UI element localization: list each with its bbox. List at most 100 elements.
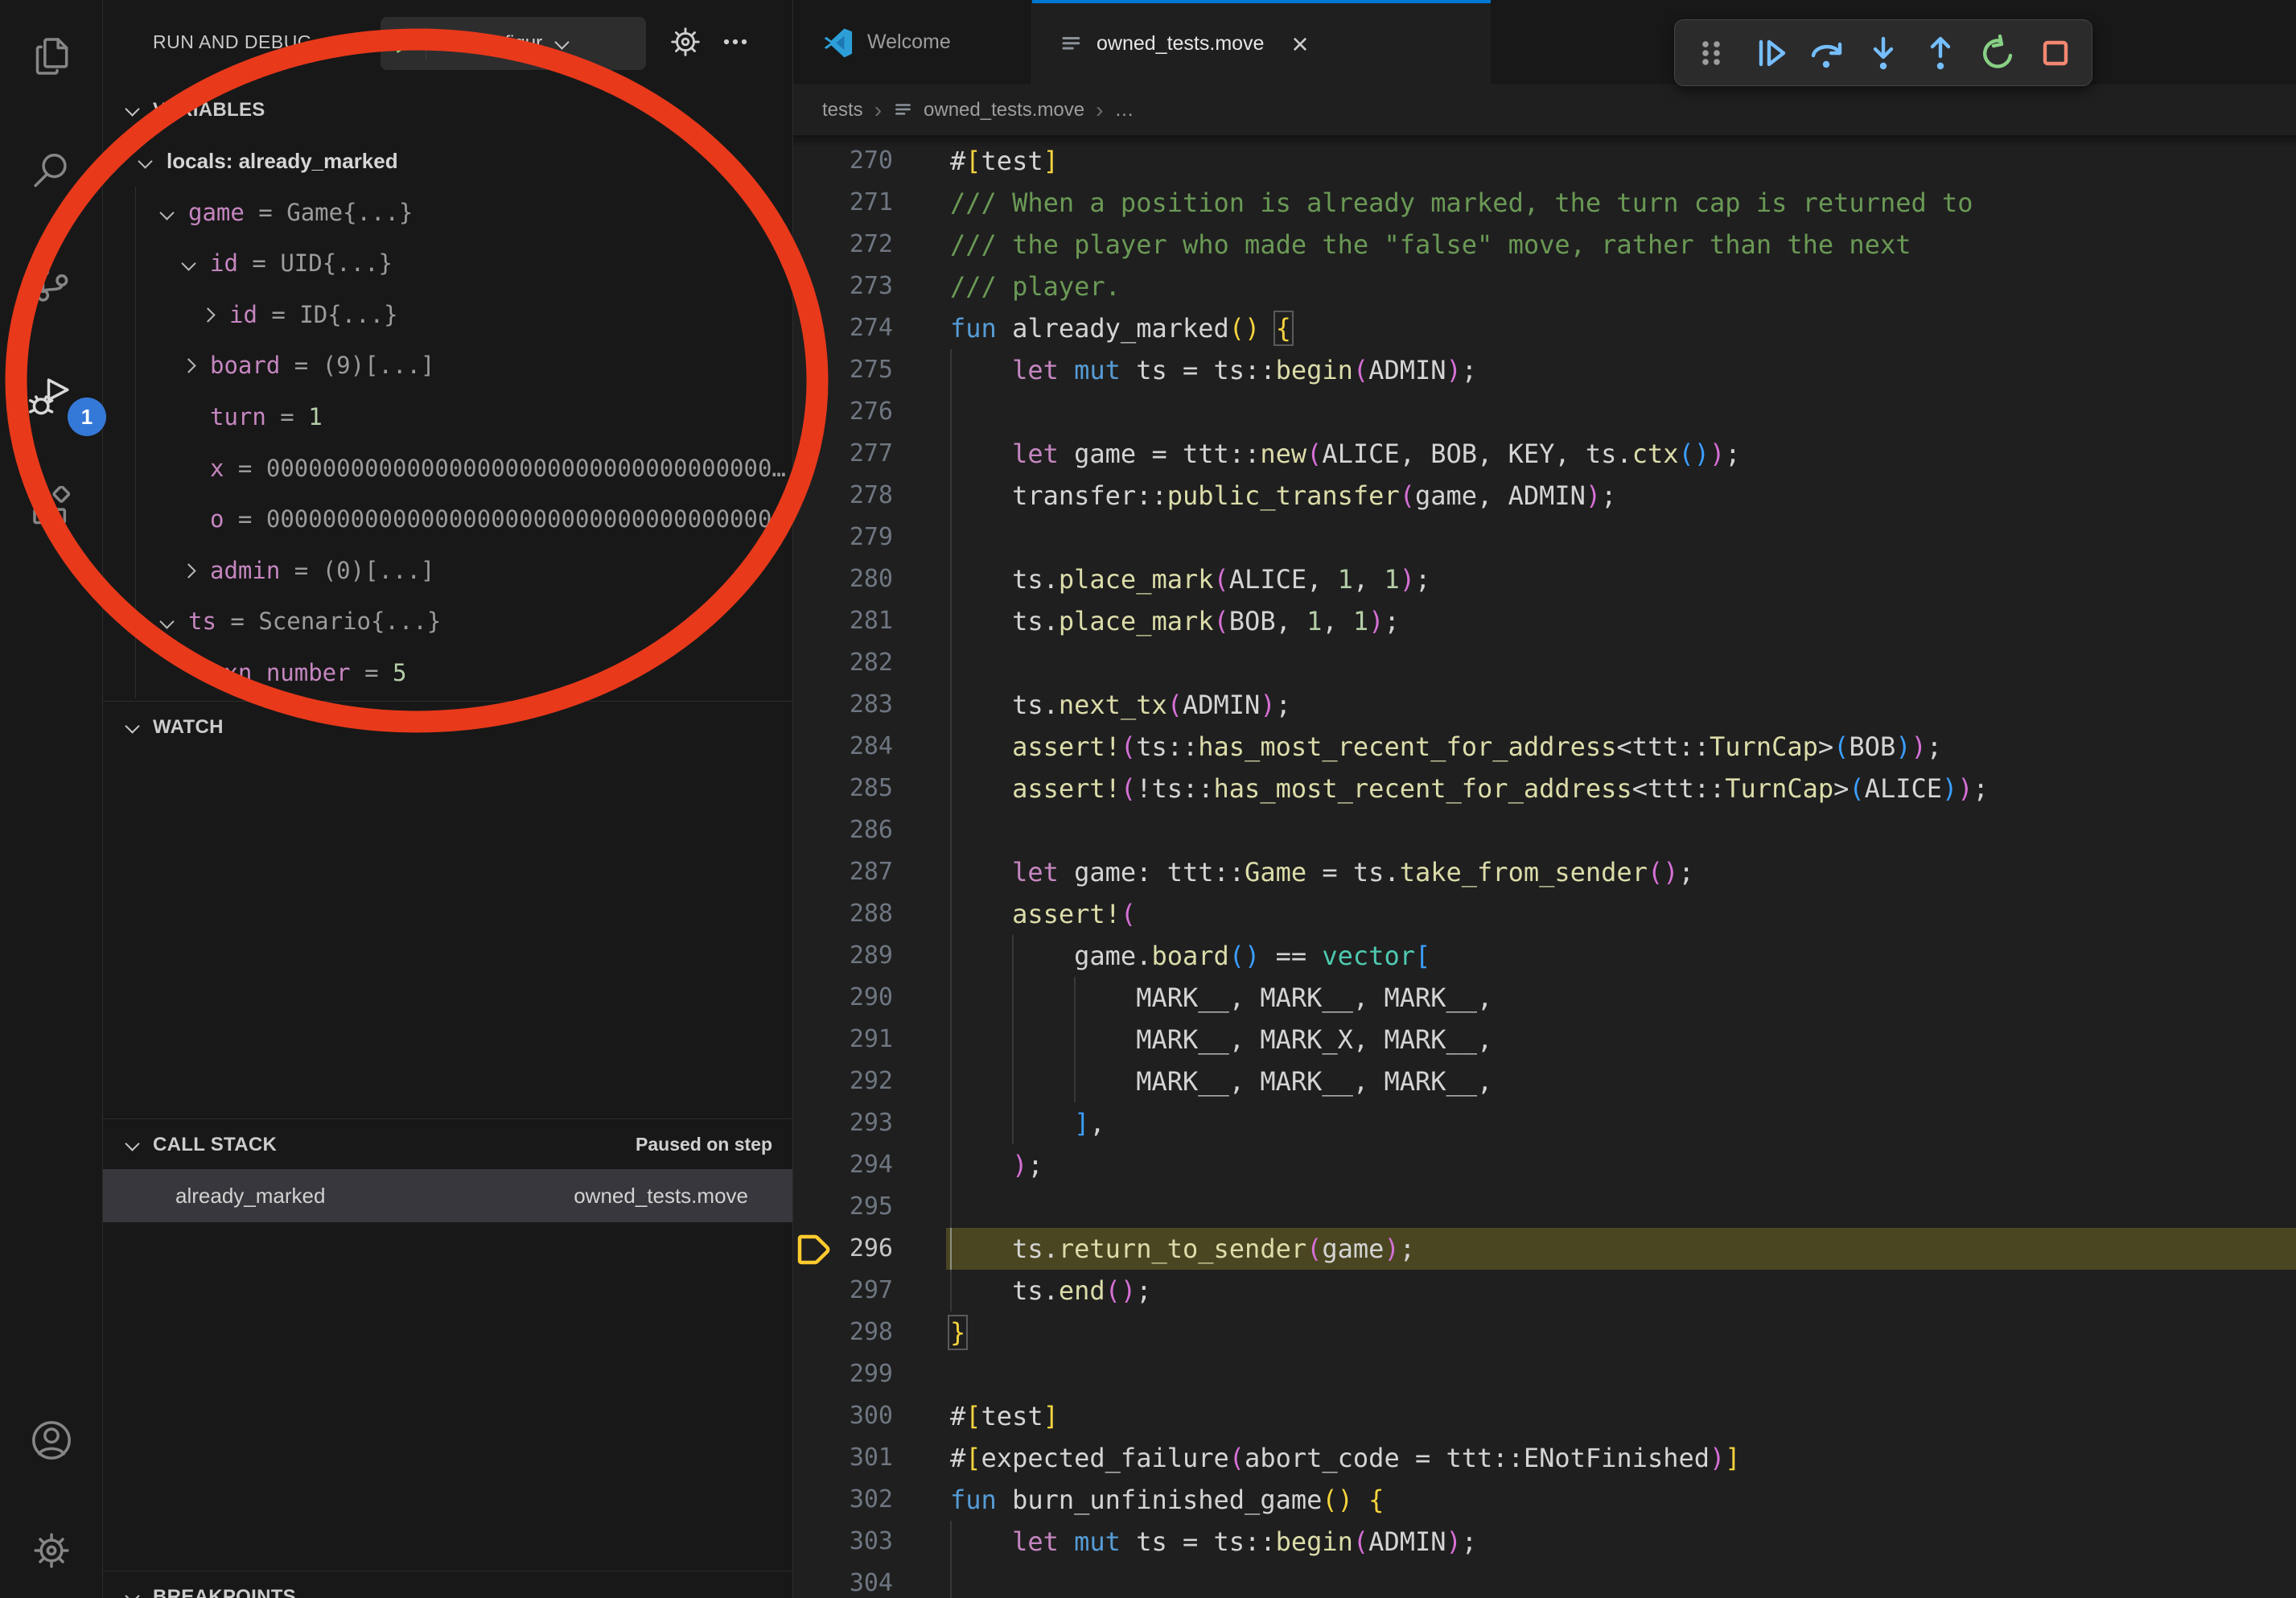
line-number[interactable]: 276 [793,391,893,433]
run-and-debug-icon[interactable]: 1 [0,348,102,444]
code-line-300[interactable]: #[test] [950,1395,1989,1437]
settings-icon[interactable] [0,1502,102,1598]
search-icon[interactable] [0,122,102,219]
line-number[interactable]: 270 [793,140,893,182]
chevron-right-icon[interactable] [181,563,195,578]
line-number[interactable]: 277 [793,433,893,475]
debug-configuration-dropdown[interactable]: No Configur [381,17,646,70]
code-line-282[interactable] [950,642,1989,684]
code-line-297[interactable]: ts.end(); [950,1270,1989,1312]
variable-row-id[interactable]: id = ID{...} [103,289,792,340]
line-number[interactable]: 304 [793,1563,893,1598]
variables-section-header[interactable]: VARIABLES [103,84,792,135]
code-line-280[interactable]: ts.place_mark(ALICE, 1, 1); [950,558,1989,600]
code-line-296[interactable]: ts.return_to_sender(game); [950,1228,1989,1270]
step-out-icon[interactable] [1920,32,1961,74]
code-line-271[interactable]: /// When a position is already marked, t… [950,182,1989,224]
code-line-279[interactable] [950,517,1989,558]
code-line-276[interactable] [950,391,1989,433]
stop-icon[interactable] [2035,32,2076,74]
line-number[interactable]: 273 [793,266,893,307]
line-number[interactable]: 272 [793,224,893,266]
variable-row-x[interactable]: x = 000000000000000000000000000000000000… [103,443,792,494]
chevron-down-icon[interactable] [138,154,152,168]
explorer-icon[interactable] [0,8,102,105]
line-number-gutter[interactable]: 270271272273274275276277278279280281282 2… [793,140,893,1598]
line-number[interactable]: 282 [793,642,893,684]
line-number[interactable]: 300 [793,1395,893,1437]
code-line-283[interactable]: ts.next_tx(ADMIN); [950,684,1989,726]
code-lines[interactable]: #[test]/// When a position is already ma… [950,140,1989,1598]
gear-icon[interactable] [666,23,705,61]
source-control-icon[interactable] [0,235,102,332]
code-line-302[interactable]: fun burn_unfinished_game() { [950,1479,1989,1521]
code-line-284[interactable]: assert!(ts::has_most_recent_for_address<… [950,726,1989,768]
line-number[interactable]: 280 [793,558,893,600]
code-line-270[interactable]: #[test] [950,140,1989,182]
code-line-274[interactable]: fun already_marked() { [950,307,1989,349]
code-line-285[interactable]: assert!(!ts::has_most_recent_for_address… [950,768,1989,809]
call-stack-section-header[interactable]: CALL STACK Paused on step [103,1118,792,1170]
code-line-286[interactable] [950,809,1989,851]
line-number[interactable]: 278 [793,475,893,517]
variable-row-txn_number[interactable]: txn_number = 5 [103,647,792,698]
code-line-292[interactable]: MARK__, MARK__, MARK__, [950,1061,1989,1102]
code-line-275[interactable]: let mut ts = ts::begin(ADMIN); [950,349,1989,391]
line-number[interactable]: 274 [793,307,893,349]
code-line-290[interactable]: MARK__, MARK__, MARK__, [950,977,1989,1019]
line-number[interactable]: 286 [793,809,893,851]
continue-icon[interactable] [1748,32,1790,74]
line-number[interactable]: 291 [793,1019,893,1061]
code-line-295[interactable] [950,1186,1989,1228]
variable-row-o[interactable]: o = 000000000000000000000000000000000000… [103,493,792,545]
line-number[interactable]: 279 [793,517,893,558]
line-number[interactable]: 298 [793,1312,893,1353]
variable-row-board[interactable]: board = (9)[...] [103,340,792,391]
line-number[interactable]: 292 [793,1061,893,1102]
code-line-273[interactable]: /// player. [950,266,1989,307]
chevron-down-icon[interactable] [181,256,195,270]
variables-scope-row[interactable]: locals: already_marked [103,135,792,187]
code-line-294[interactable]: ); [950,1144,1989,1186]
code-line-304[interactable] [950,1563,1989,1598]
code-line-272[interactable]: /// the player who made the "false" move… [950,224,1989,266]
code-line-281[interactable]: ts.place_mark(BOB, 1, 1); [950,600,1989,642]
code-line-293[interactable]: ], [950,1102,1989,1144]
more-actions-icon[interactable] [716,23,755,61]
line-number[interactable]: 271 [793,182,893,224]
chevron-right-icon[interactable] [200,307,215,322]
line-number[interactable]: 290 [793,977,893,1019]
stack-frame[interactable]: already_marked owned_tests.move [103,1169,792,1222]
line-number[interactable]: 275 [793,349,893,391]
code-line-278[interactable]: transfer::public_transfer(game, ADMIN); [950,475,1989,517]
line-number[interactable]: 289 [793,935,893,977]
line-number[interactable]: 295 [793,1186,893,1228]
code-line-298[interactable]: } [950,1312,1989,1353]
code-line-303[interactable]: let mut ts = ts::begin(ADMIN); [950,1521,1989,1563]
extensions-icon[interactable] [0,460,102,557]
code-line-301[interactable]: #[expected_failure(abort_code = ttt::ENo… [950,1437,1989,1479]
code-line-291[interactable]: MARK__, MARK_X, MARK__, [950,1019,1989,1061]
variable-row-admin[interactable]: admin = (0)[...] [103,545,792,596]
line-number[interactable]: 294 [793,1144,893,1186]
code-line-288[interactable]: assert!( [950,893,1989,935]
restart-icon[interactable] [1977,32,2019,74]
drag-grip-icon[interactable] [1690,32,1732,74]
debug-config-label[interactable]: No Configur [439,32,542,55]
line-number[interactable]: 281 [793,600,893,642]
code-line-299[interactable] [950,1353,1989,1395]
line-number[interactable]: 301 [793,1437,893,1479]
chevron-down-icon[interactable] [159,205,174,220]
chevron-right-icon[interactable] [181,359,195,373]
variable-row-game[interactable]: game = Game{...} [103,187,792,238]
step-over-icon[interactable] [1805,32,1847,74]
code-line-287[interactable]: let game: ttt::Game = ts.take_from_sende… [950,851,1989,893]
line-number[interactable]: 288 [793,893,893,935]
code-line-277[interactable]: let game = ttt::new(ALICE, BOB, KEY, ts.… [950,433,1989,475]
breakpoints-section-header[interactable]: BREAKPOINTS [103,1571,792,1598]
line-number[interactable]: 293 [793,1102,893,1144]
line-number[interactable]: 303 [793,1521,893,1563]
line-number[interactable]: 285 [793,768,893,809]
watch-section-header[interactable]: WATCH [103,701,792,752]
code-line-289[interactable]: game.board() == vector[ [950,935,1989,977]
